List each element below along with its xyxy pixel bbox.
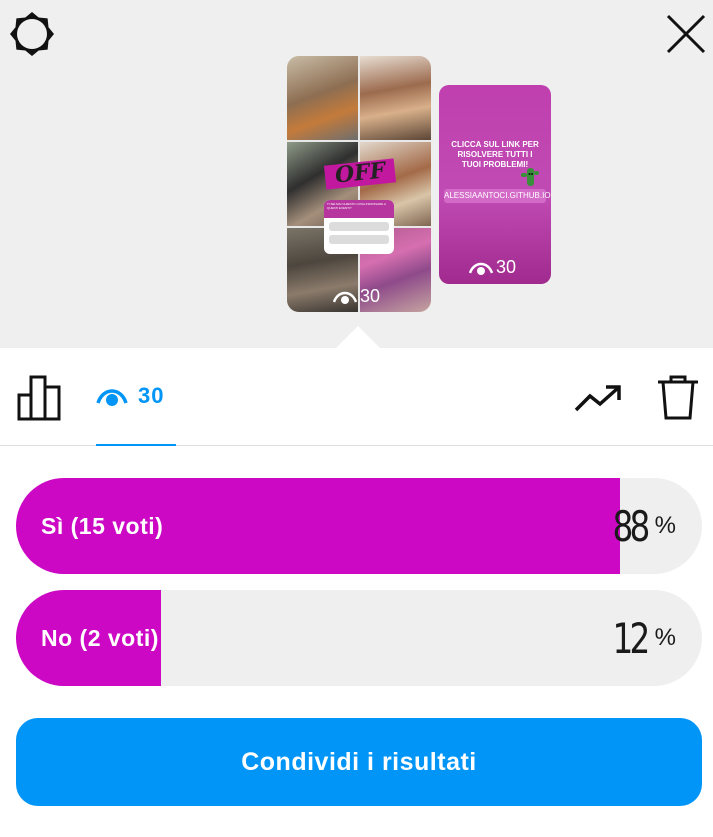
eye-icon <box>469 262 493 275</box>
trending-up-icon <box>574 385 621 412</box>
poll-sticker-option <box>329 222 389 231</box>
poll-result-option-yes: Sì (15 voti) 88 % <box>16 478 702 574</box>
share-results-button[interactable]: Condividi i risultati <box>16 718 702 806</box>
story-view-count: 30 <box>333 286 380 307</box>
poll-percentage-value: 88 <box>612 501 651 551</box>
poll-option-label: No (2 voti) <box>41 625 159 651</box>
settings-button[interactable] <box>8 10 56 58</box>
photo <box>360 56 431 140</box>
close-button[interactable] <box>664 12 708 56</box>
cactus-sticker-icon <box>521 168 539 186</box>
off-sticker-text: OFF <box>333 157 387 189</box>
story-preview-area: OFF TI SEI MAI CHIESTO COSA INDOSSARE A … <box>0 0 713 349</box>
poll-percentage-value: 12 <box>612 613 651 663</box>
story-thumbnail-next[interactable]: CLICCA SUL LINK PER RISOLVERE TUTTI I TU… <box>439 85 551 284</box>
story-views-label: 30 <box>360 286 381 306</box>
delete-button[interactable] <box>656 374 700 422</box>
poll-sticker-question: TI SEI MAI CHIESTO COSA INDOSSARE A QUES… <box>324 200 394 218</box>
poll-percentage: 12 % <box>603 590 676 686</box>
poll-percentage: 88 % <box>603 478 676 574</box>
poll-percentage-symbol: % <box>654 624 676 651</box>
poll-option-label: Sì (15 voti) <box>41 513 164 539</box>
insights-tab-bar: 30 <box>0 348 713 446</box>
story-view-count: 30 <box>469 257 516 278</box>
trash-icon <box>658 375 698 420</box>
story-views-label: 30 <box>496 257 517 277</box>
poll-percentage-symbol: % <box>654 512 676 539</box>
promote-button[interactable] <box>574 382 622 414</box>
tab-viewers[interactable]: 30 <box>96 348 176 446</box>
story-thumbnail-current[interactable]: OFF TI SEI MAI CHIESTO COSA INDOSSARE A … <box>287 56 431 312</box>
viewers-count: 30 <box>138 383 165 408</box>
poll-sticker: TI SEI MAI CHIESTO COSA INDOSSARE A QUES… <box>324 200 394 254</box>
poll-result-option-no: No (2 voti) 12 % <box>16 590 702 686</box>
eye-icon <box>96 389 128 406</box>
close-icon <box>666 14 706 54</box>
eye-icon <box>333 291 357 304</box>
poll-sticker-option <box>329 235 389 244</box>
photo <box>287 56 358 140</box>
selection-pointer <box>335 326 381 349</box>
tab-insights[interactable] <box>16 374 64 422</box>
bar-chart-icon <box>17 375 61 421</box>
link-sticker: ALESSIAANTOCI.GITHUB.IO <box>444 189 551 203</box>
settings-icon <box>10 12 54 56</box>
